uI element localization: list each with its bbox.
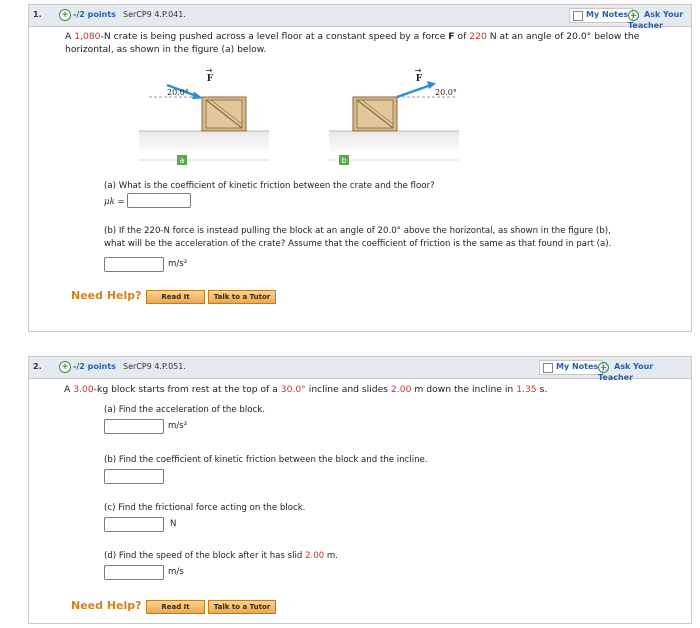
part-b-question: (b) If the 220-N force is instead pullin… — [104, 226, 612, 249]
mass-value: 3.00 — [73, 384, 94, 395]
ask-teacher-link[interactable]: + Ask Your Teacher — [628, 10, 691, 30]
my-notes-label: My Notes — [586, 10, 629, 19]
incline-angle-value: 30.0° — [280, 384, 306, 395]
answer-input-1b[interactable] — [104, 257, 164, 272]
answer-input-2c[interactable] — [104, 517, 164, 532]
unit-label-1b: m/s² — [168, 259, 188, 269]
problem-2-card: 2. + -/2 points SerCP9 4.P.051. My Notes… — [28, 356, 692, 624]
part-a-question: (a) What is the coefficient of kinetic f… — [104, 181, 435, 191]
my-notes-label: My Notes — [556, 362, 599, 371]
figure-label-b: b — [341, 156, 346, 165]
angle-label-a: 20.0° — [167, 88, 189, 97]
crate-a — [201, 96, 247, 132]
checkbox-icon — [573, 11, 583, 21]
plus-circle-icon: + — [598, 362, 609, 373]
figure-crates: F → 20.0° a F → 20.0° b — [139, 67, 459, 165]
unit-label-2a: m/s² — [168, 421, 188, 431]
problem-1-header: 1. + -/2 points SerCP9 4.P.041. My Notes… — [29, 5, 691, 30]
problem-1-card: 1. + -/2 points SerCP9 4.P.041. My Notes… — [28, 4, 692, 332]
part-a-question: (a) Find the acceleration of the block. — [104, 405, 265, 415]
force-label-a: F — [207, 74, 214, 84]
svg-text:→: → — [206, 67, 213, 75]
problem-number: 2. — [33, 362, 42, 371]
problem-1-stem: A 1,080-N crate is being pushed across a… — [65, 31, 640, 55]
floor-b — [329, 131, 459, 151]
crate-weight-value: 1,080 — [74, 31, 101, 42]
plus-icon[interactable]: + — [59, 9, 71, 21]
mu-label: μk = — [104, 197, 125, 207]
angle-label-b: 20.0° — [435, 88, 457, 97]
floor-a — [139, 131, 269, 151]
answer-input-2a[interactable] — [104, 419, 164, 434]
force-value: 220 — [469, 31, 487, 42]
unit-label-2c: N — [170, 519, 177, 529]
force-arrow-b — [396, 83, 432, 99]
my-notes-button[interactable]: My Notes — [569, 8, 634, 23]
need-help-label: Need Help? — [71, 599, 142, 612]
problem-2-stem: A 3.00-kg block starts from rest at the … — [64, 384, 548, 395]
crate-b — [352, 96, 398, 132]
points-label: -/2 points — [73, 10, 116, 19]
problem-number: 1. — [33, 10, 42, 19]
force-label-b: F — [416, 74, 423, 84]
part-b-question: (b) Find the coefficient of kinetic fric… — [104, 455, 428, 465]
read-it-button[interactable]: Read It — [146, 290, 205, 304]
part-d-question: (d) Find the speed of the block after it… — [104, 551, 339, 561]
part-c-question: (c) Find the frictional force acting on … — [104, 503, 306, 513]
talk-tutor-button[interactable]: Talk to a Tutor — [208, 290, 276, 304]
talk-tutor-button[interactable]: Talk to a Tutor — [208, 600, 276, 614]
plus-icon[interactable]: + — [59, 361, 71, 373]
figure-label-a: a — [180, 156, 185, 165]
problem-code: SerCP9 4.P.051. — [123, 362, 186, 371]
checkbox-icon — [543, 363, 553, 373]
read-it-button[interactable]: Read It — [146, 600, 205, 614]
my-notes-button[interactable]: My Notes — [539, 360, 604, 375]
time-value: 1.35 — [516, 384, 537, 395]
problem-code: SerCP9 4.P.041. — [123, 10, 186, 19]
unit-label-2d: m/s — [168, 567, 184, 577]
answer-input-2b[interactable] — [104, 469, 164, 484]
svg-text:→: → — [415, 67, 422, 75]
answer-input-1a[interactable] — [127, 193, 191, 208]
need-help-label: Need Help? — [71, 289, 142, 302]
distance-value: 2.00 — [390, 384, 412, 395]
answer-input-2d[interactable] — [104, 565, 164, 580]
distance-value-d: 2.00 — [305, 551, 325, 561]
problem-2-header: 2. + -/2 points SerCP9 4.P.051. My Notes… — [29, 357, 691, 382]
plus-circle-icon: + — [628, 10, 639, 21]
points-label: -/2 points — [73, 362, 116, 371]
ask-teacher-link[interactable]: + Ask Your Teacher — [598, 362, 691, 382]
